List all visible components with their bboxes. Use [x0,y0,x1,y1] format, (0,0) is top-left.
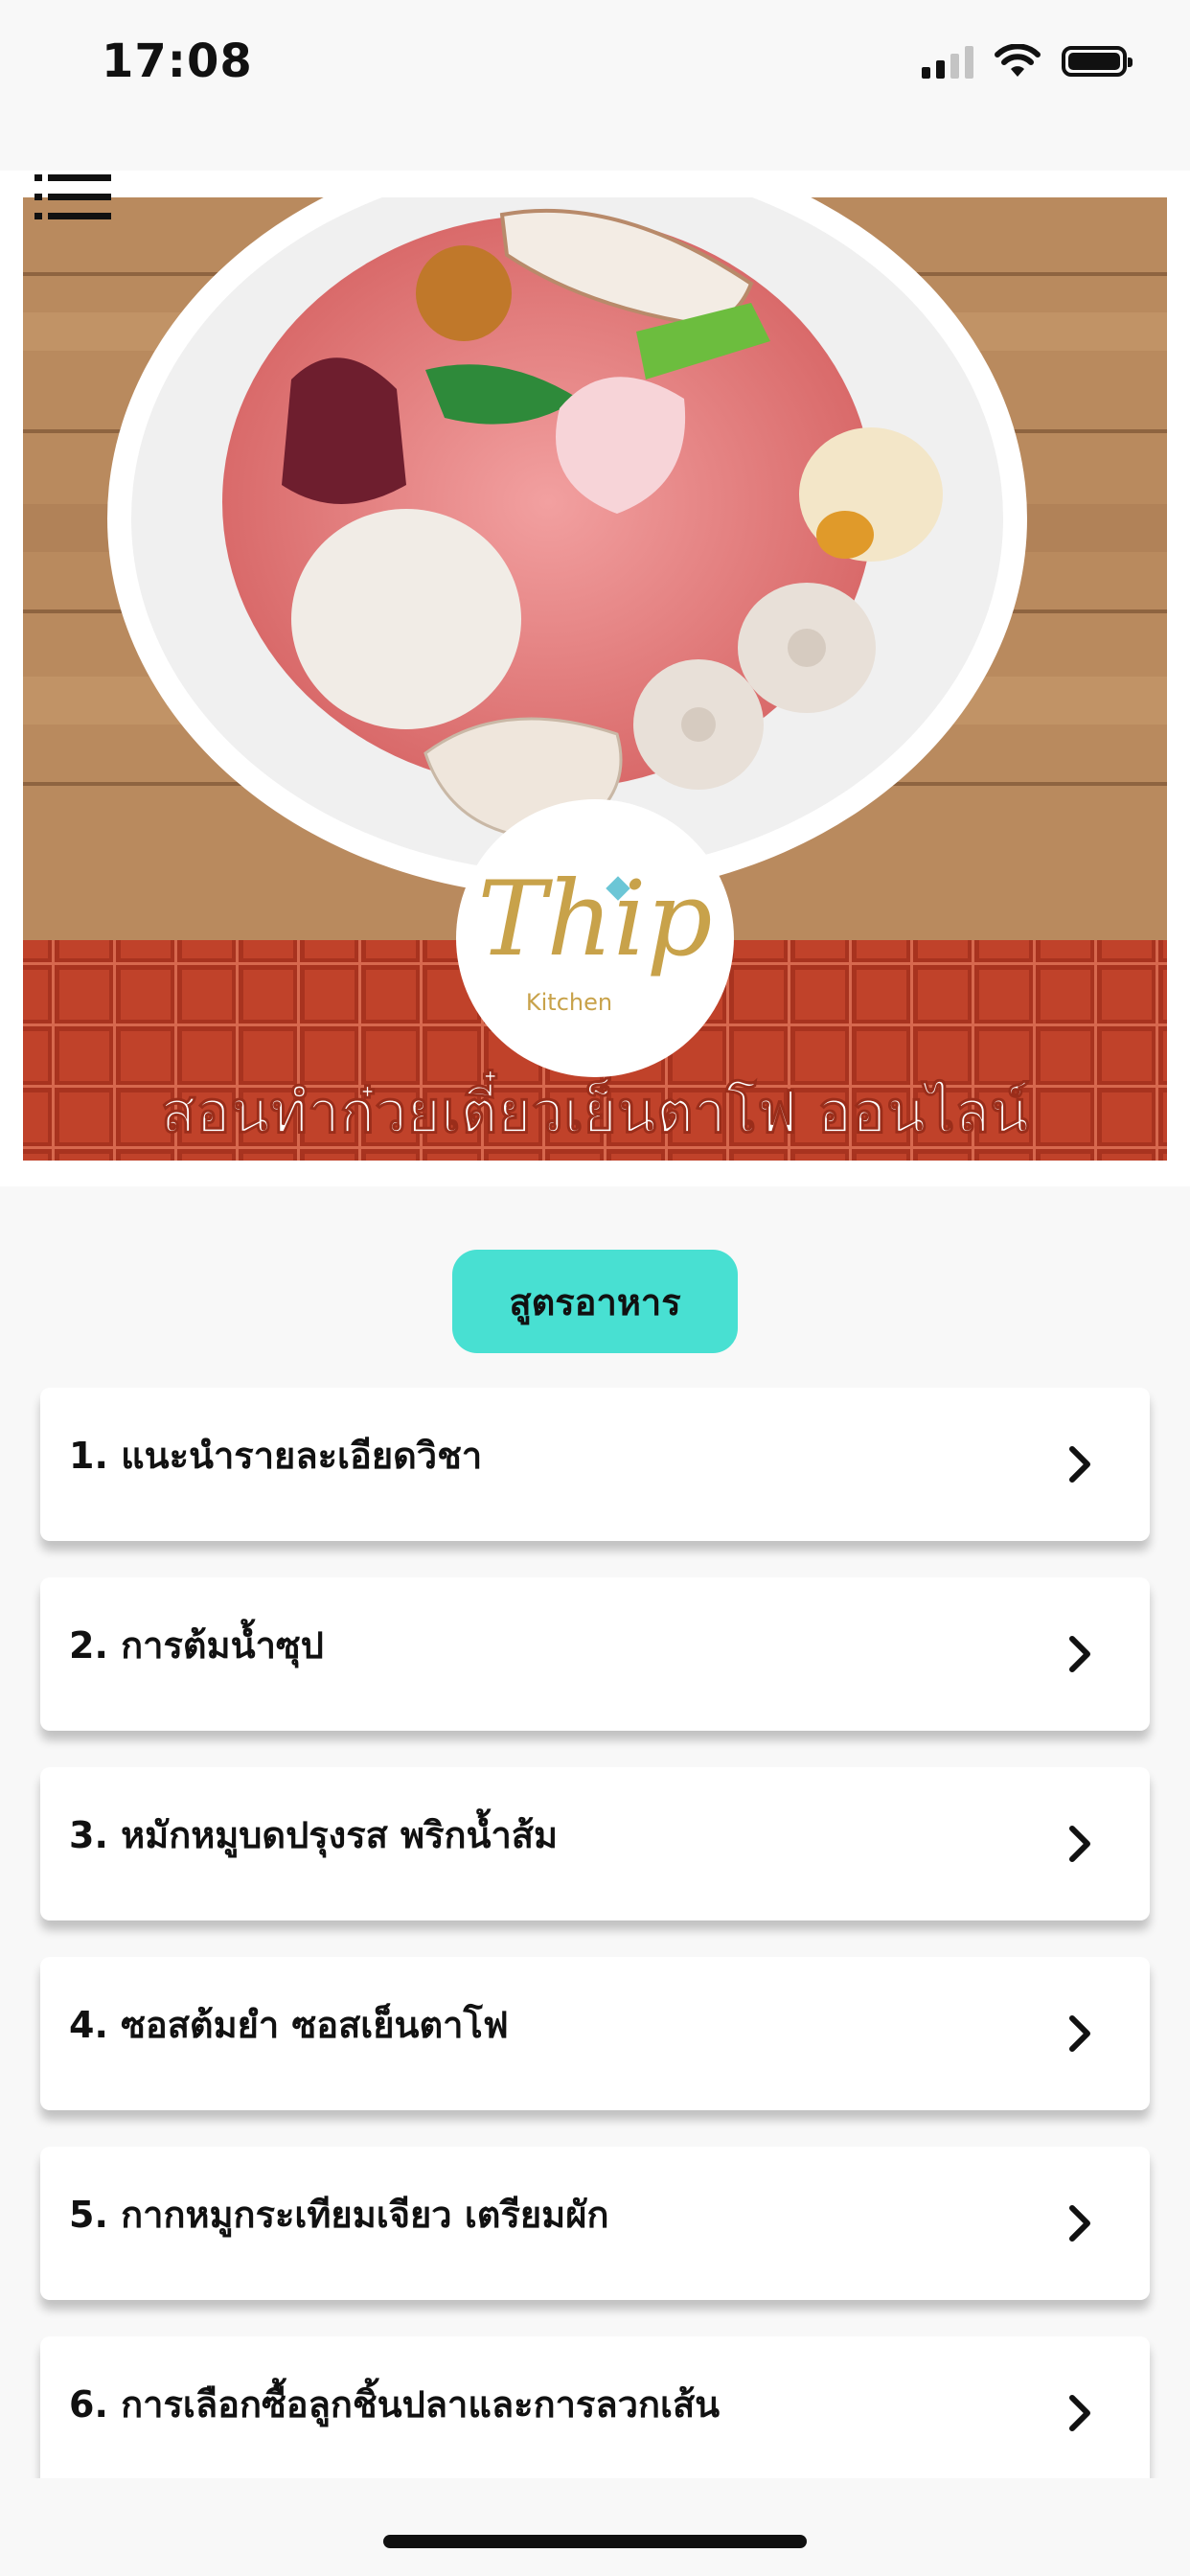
bottom-safe-area [0,2478,1190,2576]
wifi-icon [995,44,1041,77]
hero-banner: Thip Kitchen สอนทำก๋วยเตี๋ยวเย็นตาโฟ ออน… [0,171,1190,1186]
chevron-right-icon [1069,2205,1090,2242]
chevron-right-icon [1069,1826,1090,1862]
chevron-right-icon [1069,2395,1090,2431]
lesson-label: 3. หมักหมูบดปรุงรส พริกน้ำส้ม [69,1814,559,1856]
status-bar: 17:08 [0,0,1190,134]
lesson-label: 1. แนะนำรายละเอียดวิชา [69,1435,483,1477]
lesson-item-4[interactable]: 4. ซอสต้มยำ ซอสเย็นตาโฟ [40,1957,1150,2110]
lesson-label: 5. กากหมูกระเทียมเจียว เตรียมผัก [69,2194,609,2236]
lesson-label: 2. การต้มน้ำซุป [69,1624,324,1667]
home-indicator[interactable] [383,2535,807,2548]
lesson-label: 4. ซอสต้มยำ ซอสเย็นตาโฟ [69,2004,509,2046]
logo-subtext: Kitchen [526,989,612,1016]
lesson-item-1[interactable]: 1. แนะนำรายละเอียดวิชา [40,1388,1150,1541]
lesson-item-3[interactable]: 3. หมักหมูบดปรุงรส พริกน้ำส้ม [40,1767,1150,1920]
list-menu-icon[interactable] [34,174,111,220]
lesson-label: 6. การเลือกซื้อลูกชิ้นปลาและการลวกเส้น [69,2383,721,2426]
lesson-item-5[interactable]: 5. กากหมูกระเทียมเจียว เตรียมผัก [40,2147,1150,2300]
chevron-right-icon [1069,2015,1090,2052]
hero-image: Thip Kitchen สอนทำก๋วยเตี๋ยวเย็นตาโฟ ออน… [23,197,1167,1161]
logo-text: Thip [477,860,712,979]
banner-caption: สอนทำก๋วยเตี๋ยวเย็นตาโฟ ออนไลน์ [161,1069,1030,1146]
chevron-right-icon [1069,1446,1090,1483]
lesson-item-2[interactable]: 2. การต้มน้ำซุป [40,1577,1150,1731]
chevron-right-icon [1069,1636,1090,1672]
lesson-item-6[interactable]: 6. การเลือกซื้อลูกชิ้นปลาและการลวกเส้น [40,2336,1150,2490]
battery-icon [1062,46,1133,77]
cellular-signal-icon [922,44,973,79]
recipe-category-button[interactable]: สูตรอาหาร [452,1250,738,1353]
lesson-list: 1. แนะนำรายละเอียดวิชา 2. การต้มน้ำซุป 3… [40,1388,1150,2526]
status-time: 17:08 [102,34,253,88]
status-icons [922,44,1133,79]
